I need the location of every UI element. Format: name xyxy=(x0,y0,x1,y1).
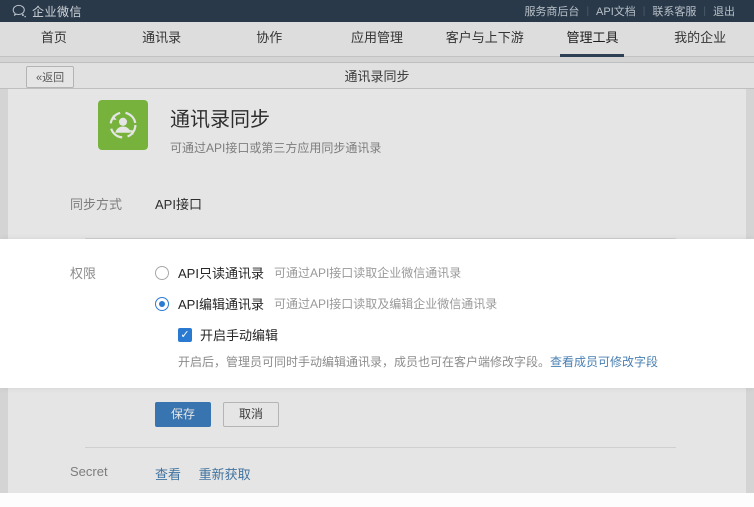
app-title: 通讯录同步 xyxy=(170,103,381,132)
radio-readonly-label: API只读通讯录 xyxy=(178,263,264,282)
secret-label: Secret xyxy=(70,464,155,483)
brand-logo[interactable]: 企业微信 xyxy=(12,3,82,20)
secret-view-link[interactable]: 查看 xyxy=(155,467,181,482)
form-actions: 保存 取消 xyxy=(8,388,746,447)
nav-tab-my-company[interactable]: 我的企业 xyxy=(646,22,754,56)
nav-tab-app-management[interactable]: 应用管理 xyxy=(323,22,431,56)
top-app-bar: 企业微信 服务商后台 | API文档 | 联系客服 | 退出 xyxy=(0,0,754,22)
checkbox-checked-icon[interactable]: ✓ xyxy=(178,328,192,342)
nav-tab-admin-tools[interactable]: 管理工具 xyxy=(539,22,647,56)
secret-regenerate-link[interactable]: 重新获取 xyxy=(199,467,251,482)
app-header: 通讯录同步 可通过API接口或第三方应用同步通讯录 xyxy=(8,89,746,171)
provider-console-link[interactable]: 服务商后台 xyxy=(517,3,586,19)
page-subheader: «返回 通讯录同步 xyxy=(0,62,754,89)
radio-edit-label: API编辑通讯录 xyxy=(178,294,264,313)
radio-edit-desc: 可通过API接口读取及编辑企业微信通讯录 xyxy=(274,295,497,312)
manual-edit-option[interactable]: ✓ 开启手动编辑 xyxy=(178,325,658,344)
footer-strip xyxy=(0,493,754,507)
logout-link[interactable]: 退出 xyxy=(706,3,742,19)
page-title: 通讯录同步 xyxy=(0,66,754,85)
content-card: 通讯录同步 可通过API接口或第三方应用同步通讯录 同步方式 API接口 权限 … xyxy=(8,89,746,507)
sync-method-label: 同步方式 xyxy=(70,194,155,213)
sync-method-value: API接口 xyxy=(155,194,202,213)
api-docs-link[interactable]: API文档 xyxy=(589,3,643,19)
topbar-links: 服务商后台 | API文档 | 联系客服 | 退出 xyxy=(517,3,742,19)
sync-method-row: 同步方式 API接口 xyxy=(8,171,746,238)
cancel-button[interactable]: 取消 xyxy=(223,402,279,427)
permission-label: 权限 xyxy=(70,263,155,370)
brand-name: 企业微信 xyxy=(32,3,82,20)
contact-support-link[interactable]: 联系客服 xyxy=(645,3,703,19)
nav-tab-customers[interactable]: 客户与上下游 xyxy=(431,22,539,56)
permission-options: API只读通讯录 可通过API接口读取企业微信通讯录 API编辑通讯录 可通过A… xyxy=(155,263,658,370)
contact-sync-app-icon xyxy=(98,100,148,150)
nav-tab-home[interactable]: 首页 xyxy=(0,22,108,56)
chat-bubble-logo-icon xyxy=(12,4,27,19)
radio-option-readonly[interactable]: API只读通讯录 可通过API接口读取企业微信通讯录 xyxy=(155,263,658,282)
manual-edit-label: 开启手动编辑 xyxy=(200,325,278,344)
permission-section: 权限 API只读通讯录 可通过API接口读取企业微信通讯录 API编辑通讯录 可… xyxy=(0,239,754,388)
radio-readonly-desc: 可通过API接口读取企业微信通讯录 xyxy=(274,264,461,281)
app-subtitle: 可通过API接口或第三方应用同步通讯录 xyxy=(170,139,381,156)
save-button[interactable]: 保存 xyxy=(155,402,211,427)
view-editable-fields-link[interactable]: 查看成员可修改字段 xyxy=(550,355,658,369)
secret-actions: 查看 重新获取 xyxy=(155,464,265,483)
radio-unchecked-icon[interactable] xyxy=(155,266,169,280)
app-info: 通讯录同步 可通过API接口或第三方应用同步通讯录 xyxy=(170,100,381,156)
radio-option-edit[interactable]: API编辑通讯录 可通过API接口读取及编辑企业微信通讯录 xyxy=(155,294,658,313)
manual-edit-desc: 开启后，管理员可同时手动编辑通讯录，成员也可在客户端修改字段。查看成员可修改字段 xyxy=(178,353,658,370)
radio-checked-icon[interactable] xyxy=(155,297,169,311)
manual-edit-desc-text: 开启后，管理员可同时手动编辑通讯录，成员也可在客户端修改字段。 xyxy=(178,355,550,369)
back-button[interactable]: «返回 xyxy=(26,66,74,88)
nav-tab-collaboration[interactable]: 协作 xyxy=(215,22,323,56)
primary-nav: 首页 通讯录 协作 应用管理 客户与上下游 管理工具 我的企业 xyxy=(0,22,754,57)
nav-tab-contacts[interactable]: 通讯录 xyxy=(108,22,216,56)
